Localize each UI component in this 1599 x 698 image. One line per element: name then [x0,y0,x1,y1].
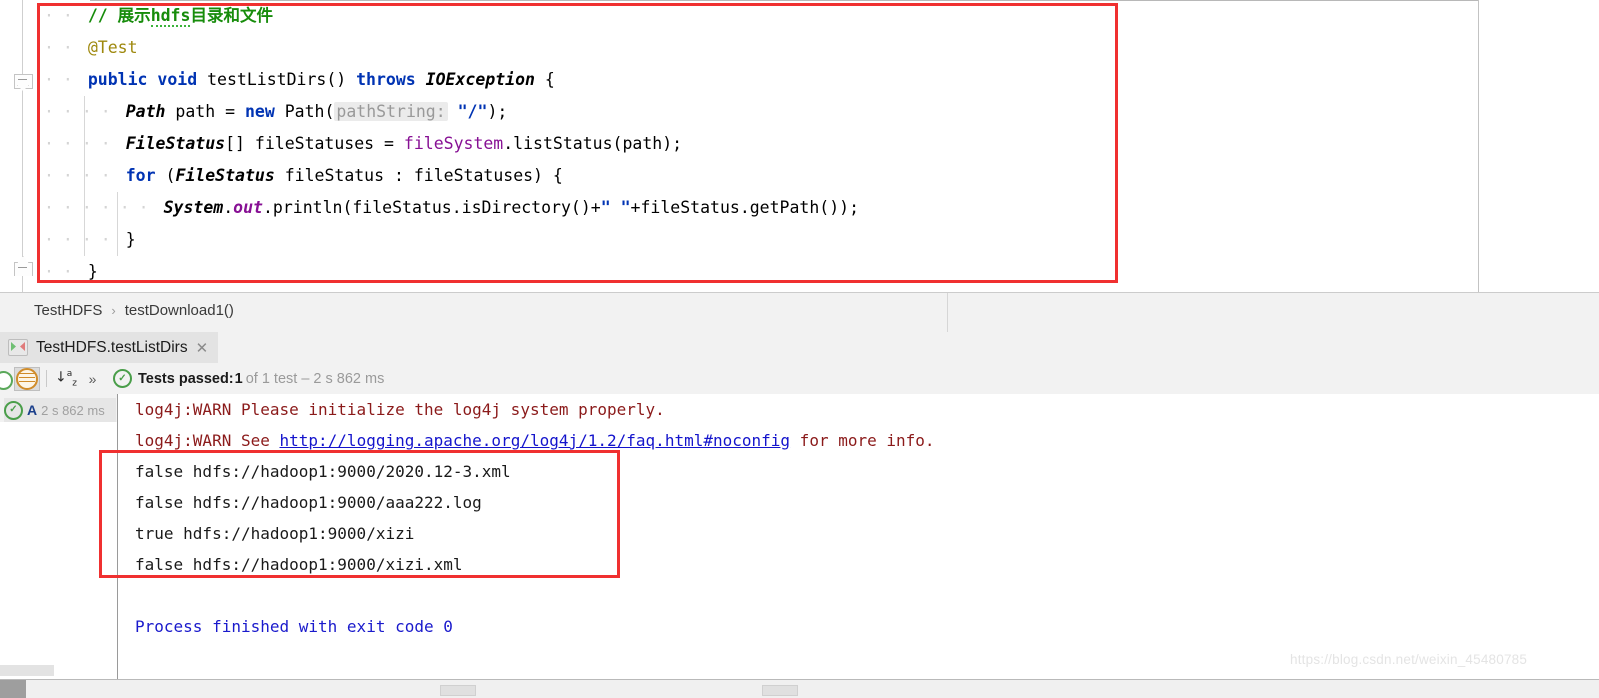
console-line: Process finished with exit code 0 [135,617,453,636]
test-tree-node[interactable]: ✓ A 2 s 862 ms [4,398,116,422]
scrollbar-divider [117,665,118,679]
code-line[interactable]: ·· @Test [37,32,1477,64]
status-bar-chip-1[interactable] [440,685,476,696]
console-line: false hdfs://hadoop1:9000/2020.12-3.xml [135,462,511,481]
close-icon[interactable]: ✕ [196,339,209,357]
code-fold-collapse-icon[interactable] [14,74,33,91]
horizontal-scrollbar[interactable] [0,665,1599,679]
test-status-suffix: of 1 test – 2 s 862 ms [245,370,385,387]
test-status-count: 1 [234,370,243,387]
sort-button[interactable]: ↓az [53,367,79,391]
console-line: false hdfs://hadoop1:9000/xizi.xml [135,555,463,574]
toolbar-separator [46,370,47,387]
code-editor-pane[interactable]: ··// 展示hdfs目录和文件 ·· @Test ·· public void tes… [0,0,1599,292]
console-output[interactable]: log4j:WARN Please initialize the log4j s… [118,394,1599,665]
indent-guide [84,96,85,256]
breadcrumb-separator-icon: › [111,303,116,318]
code-fold-end-icon[interactable] [14,256,33,279]
breadcrumb-item-method[interactable]: testDownload1() [125,302,234,319]
test-results-tree[interactable]: ✓ A 2 s 862 ms [0,394,117,665]
code-line[interactable]: ·· public void testListDirs() throws IOEx… [37,64,1477,96]
sort-alphabetically-icon: ↓az [55,368,77,389]
code-line[interactable]: ····} [37,224,1477,256]
tab-test-run[interactable]: TestHDFS.testListDirs ✕ [0,332,219,363]
toolbar-left-edge [0,363,14,394]
status-bar[interactable] [0,679,1599,698]
status-bar-corner [0,680,26,698]
watermark: https://blog.csdn.net/weixin_45480785 [1290,652,1528,667]
console-link[interactable]: http://logging.apache.org/log4j/1.2/faq.… [280,431,791,450]
test-status: ✓ Tests passed: 1 of 1 test – 2 s 862 ms [113,369,384,388]
breadcrumb-item-class[interactable]: TestHDFS [34,302,102,319]
tab-label: TestHDFS.testListDirs [36,338,188,356]
code-line[interactable]: ···· Path path = new Path(pathString: "/"… [37,96,1477,128]
scrollbar-thumb[interactable] [0,665,54,676]
code-line[interactable]: ··// 展示hdfs目录和文件 [37,0,1477,32]
console-line: log4j:WARN See http://logging.apache.org… [135,431,935,450]
indent-guide [117,192,118,256]
filter-icon [16,367,38,390]
success-check-icon: ✓ [4,400,23,420]
code-line[interactable]: ···· FileStatus[] fileStatuses = fileSyst… [37,128,1477,160]
code-content[interactable]: ··// 展示hdfs目录和文件 ·· @Test ·· public void tes… [37,0,1477,292]
code-line[interactable]: ···· for (FileStatus fileStatus : fileSta… [37,160,1477,192]
console-line: true hdfs://hadoop1:9000/xizi [135,524,415,543]
breadcrumb-divider [947,293,948,333]
console-line: log4j:WARN Please initialize the log4j s… [135,400,665,419]
chevron-double-right-icon: » [88,370,97,387]
expand-toolbar-button[interactable]: » [79,367,105,391]
test-runner-toolbar[interactable]: ↓az » ✓ Tests passed: 1 of 1 test – 2 s … [0,363,1599,395]
editor-gutter[interactable] [0,0,37,292]
rerun-failed-icon[interactable] [0,371,13,390]
test-tree-node-label: A [27,402,38,418]
status-bar-chip-2[interactable] [762,685,798,696]
test-status-prefix: Tests passed: [138,370,234,387]
console-line: false hdfs://hadoop1:9000/aaa222.log [135,493,482,512]
test-tree-node-duration: 2 s 862 ms [41,402,105,418]
success-check-icon: ✓ [113,369,132,388]
code-line[interactable]: ··} [37,256,1477,288]
editor-right-divider [1478,0,1479,292]
run-config-icon [8,339,28,356]
test-tree-background [0,422,117,665]
code-line[interactable]: ······ System.out.println(fileStatus.isDi… [37,192,1477,224]
filter-button[interactable] [14,366,40,391]
gutter-line [22,0,23,292]
breadcrumb[interactable]: TestHDFS › testDownload1() [0,292,1599,333]
run-tool-tabbar[interactable]: TestHDFS.testListDirs ✕ [0,332,1599,363]
